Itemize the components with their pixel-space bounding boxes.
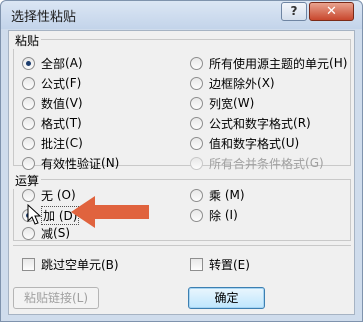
option-label: 除 (209, 208, 222, 223)
option-key: (S) (53, 226, 70, 240)
option-label: 数值 (41, 96, 66, 111)
radio-divide[interactable]: 除 (I) (190, 207, 238, 223)
help-icon: ? (290, 4, 298, 18)
title-bar: 选择性粘贴 ? ✕ (1, 1, 362, 29)
radio-subtract[interactable]: 减 (S) (22, 225, 70, 241)
radio-formulas-and-number-formats[interactable]: 公式和数字格式 (R) (190, 115, 311, 131)
radio-button[interactable] (190, 116, 203, 130)
radio-validation[interactable]: 有效性验证 (N) (22, 155, 119, 171)
radio-all-using-source-theme[interactable]: 所有使用源主题的单元 (H) (190, 55, 347, 71)
radio-button[interactable] (190, 76, 203, 90)
option-key: (I) (224, 208, 238, 222)
option-label: 所有使用源主题的单元 (209, 56, 330, 71)
radio-button[interactable] (190, 208, 203, 222)
radio-button[interactable] (190, 136, 203, 150)
radio-comments[interactable]: 批注 (C) (22, 135, 83, 151)
paste-special-dialog: 选择性粘贴 ? ✕ 粘贴 全部 (A) 公式 (F) 数值 (V) 格式 (T) 批注(… (0, 0, 363, 322)
option-label: 列宽 (209, 96, 234, 111)
radio-button[interactable] (190, 56, 203, 70)
option-label: 无 (41, 188, 54, 203)
option-key: (V) (65, 96, 83, 110)
separator (13, 245, 351, 246)
dialog-title: 选择性粘贴 (11, 10, 77, 25)
option-key: (U) (281, 136, 300, 150)
radio-values-and-number-formats[interactable]: 值和数字格式 (U) (190, 135, 299, 151)
close-icon: ✕ (326, 4, 337, 19)
radio-all-merging-conditional-formats: 所有合并条件格式 (G) (190, 155, 324, 171)
mouse-cursor-icon (27, 204, 41, 225)
radio-button[interactable] (22, 188, 35, 202)
option-key: (M) (224, 188, 245, 202)
option-key: (A) (65, 56, 83, 70)
annotation-arrow-icon (71, 196, 149, 228)
radio-formulas[interactable]: 公式 (F) (22, 75, 81, 91)
radio-none[interactable]: 无 (O) (22, 187, 76, 203)
option-key: (W) (233, 96, 255, 110)
option-key: (F) (65, 76, 82, 90)
option-label: 所有合并条件格式 (209, 156, 306, 171)
radio-button[interactable] (22, 226, 35, 240)
transpose-checkbox[interactable]: 转置(E) (190, 256, 250, 272)
radio-button (190, 156, 203, 170)
radio-formats[interactable]: 格式 (T) (22, 115, 82, 131)
checkbox-label: 转置(E) (209, 257, 250, 272)
radio-button[interactable] (22, 56, 35, 70)
option-label: 有效性验证 (41, 156, 102, 171)
radio-multiply[interactable]: 乘 (M) (190, 187, 245, 203)
option-label: 边框除外 (209, 76, 258, 91)
skip-blanks-checkbox[interactable]: 跳过空单元(B) (22, 256, 119, 272)
radio-button[interactable] (22, 116, 35, 130)
option-label: 减 (41, 226, 54, 241)
ok-button[interactable]: 确定 (188, 287, 265, 309)
radio-button[interactable] (22, 76, 35, 90)
radio-button[interactable] (22, 136, 35, 150)
option-label: 乘 (209, 188, 222, 203)
option-label: 格式 (41, 116, 66, 131)
radio-button[interactable] (22, 96, 35, 110)
dialog-body: 粘贴 全部 (A) 公式 (F) 数值 (V) 格式 (T) 批注 (C) 有效性验证 (N… (8, 30, 355, 315)
checkbox[interactable] (22, 257, 35, 271)
radio-column-widths[interactable]: 列宽 (W) (190, 95, 254, 111)
checkbox-label: 跳过空单元(B) (41, 257, 119, 272)
checkbox[interactable] (190, 257, 203, 271)
radio-all[interactable]: 全部 (A) (22, 55, 83, 71)
option-key: (X) (257, 76, 275, 90)
option-key: (T) (65, 116, 82, 130)
radio-values[interactable]: 数值 (V) (22, 95, 83, 111)
option-label: 批注 (41, 136, 66, 151)
radio-button[interactable] (190, 96, 203, 110)
paste-link-button: 粘贴链接(L) (13, 287, 99, 309)
option-label: 公式和数字格式 (209, 116, 294, 131)
radio-button[interactable] (22, 156, 35, 170)
radio-button[interactable] (190, 188, 203, 202)
close-button[interactable]: ✕ (309, 2, 354, 21)
option-key: (C) (65, 136, 83, 150)
paste-group-label: 粘贴 (13, 32, 42, 49)
option-label: 全部 (41, 56, 66, 71)
option-key: (N) (101, 156, 120, 170)
option-label: 公式 (41, 76, 66, 91)
radio-all-except-borders[interactable]: 边框除外 (X) (190, 75, 275, 91)
option-key: (H) (329, 56, 348, 70)
option-label: 值和数字格式 (209, 136, 282, 151)
option-label: 加 (43, 208, 56, 223)
option-key: (G) (305, 156, 324, 170)
help-button[interactable]: ? (281, 2, 307, 21)
option-key: (R) (293, 116, 311, 130)
